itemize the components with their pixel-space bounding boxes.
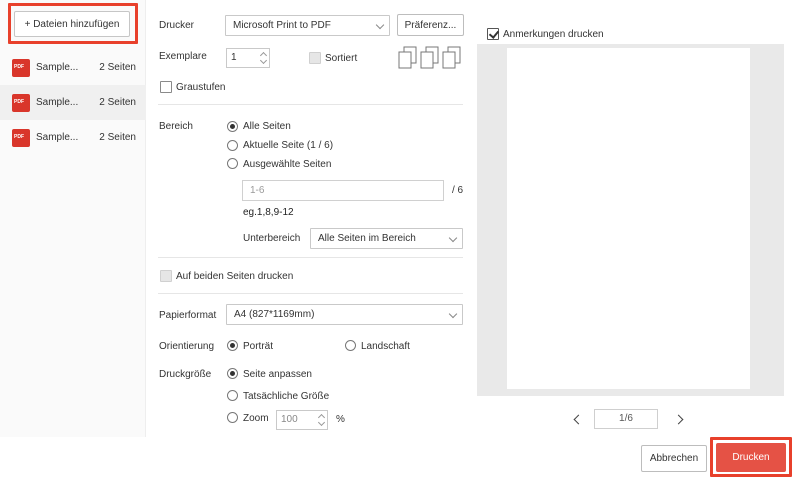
page-range-total: / 6 bbox=[452, 185, 464, 196]
file-page-count: 2 Seiten bbox=[99, 97, 136, 108]
grayscale-label: Graustufen bbox=[176, 82, 226, 93]
copies-stepper[interactable]: 1 bbox=[226, 48, 270, 68]
collate-pages-icon bbox=[398, 46, 461, 69]
zoom-label: Zoom bbox=[243, 413, 269, 424]
next-page-icon[interactable] bbox=[674, 413, 686, 425]
range-all-radio[interactable] bbox=[227, 121, 238, 132]
print-preview bbox=[477, 44, 784, 396]
orientation-label: Orientierung bbox=[159, 341, 215, 352]
printer-label: Drucker bbox=[159, 20, 195, 31]
subrange-label: Unterbereich bbox=[243, 233, 301, 244]
chevron-down-icon bbox=[448, 309, 458, 319]
add-files-button[interactable]: + Dateien hinzufügen bbox=[14, 11, 130, 37]
page-range-input[interactable]: 1-6 bbox=[242, 180, 444, 201]
pdf-file-icon: PDF bbox=[12, 58, 30, 77]
zoom-unit: % bbox=[336, 414, 345, 425]
range-all-label: Alle Seiten bbox=[243, 121, 291, 132]
file-page-count: 2 Seiten bbox=[99, 62, 136, 73]
printer-select[interactable]: Microsoft Print to PDF bbox=[225, 15, 390, 36]
file-list: PDF Sample... 2 Seiten PDF Sample... 2 S… bbox=[0, 50, 146, 155]
pdf-file-icon: PDF bbox=[12, 93, 30, 112]
preview-page bbox=[507, 48, 750, 389]
pdf-file-icon: PDF bbox=[12, 128, 30, 147]
chevron-down-icon bbox=[375, 20, 385, 30]
range-selected-label: Ausgewählte Seiten bbox=[243, 159, 332, 170]
file-name: Sample... bbox=[36, 62, 79, 73]
previous-page-icon[interactable] bbox=[571, 413, 583, 425]
landscape-radio[interactable] bbox=[345, 340, 356, 351]
file-list-item[interactable]: PDF Sample... 2 Seiten bbox=[0, 50, 146, 85]
section-divider bbox=[158, 257, 463, 258]
grayscale-checkbox[interactable] bbox=[160, 81, 172, 93]
page-indicator[interactable]: 1/6 bbox=[594, 409, 658, 429]
print-annotations-checkbox[interactable] bbox=[487, 28, 499, 40]
file-list-item[interactable]: PDF Sample... 2 Seiten bbox=[0, 85, 146, 120]
zoom-radio[interactable] bbox=[227, 412, 238, 423]
page-range-example: eg.1,8,9-12 bbox=[243, 207, 294, 218]
file-name: Sample... bbox=[36, 97, 79, 108]
range-selected-radio[interactable] bbox=[227, 158, 238, 169]
fit-page-label: Seite anpassen bbox=[243, 369, 312, 380]
section-divider bbox=[158, 104, 463, 105]
paper-format-label: Papierformat bbox=[159, 310, 217, 321]
fit-page-radio[interactable] bbox=[227, 368, 238, 379]
landscape-label: Landschaft bbox=[361, 341, 410, 352]
collate-label: Sortiert bbox=[325, 53, 358, 64]
collate-checkbox[interactable] bbox=[309, 52, 321, 64]
file-page-count: 2 Seiten bbox=[99, 132, 136, 143]
file-name: Sample... bbox=[36, 132, 79, 143]
range-current-label: Aktuelle Seite (1 / 6) bbox=[243, 140, 334, 151]
duplex-label: Auf beiden Seiten drucken bbox=[176, 271, 294, 282]
copies-label: Exemplare bbox=[159, 51, 207, 62]
preferences-button[interactable]: Präferenz... bbox=[397, 14, 464, 36]
paper-format-select[interactable]: A4 (827*1169mm) bbox=[226, 304, 463, 325]
file-list-item[interactable]: PDF Sample... 2 Seiten bbox=[0, 120, 146, 155]
stepper-down-icon bbox=[317, 418, 326, 427]
file-panel: + Dateien hinzufügen PDF Sample... 2 Sei… bbox=[0, 0, 146, 437]
actual-size-label: Tatsächliche Größe bbox=[243, 391, 330, 402]
print-size-label: Druckgröße bbox=[159, 369, 212, 380]
zoom-stepper[interactable]: 100 bbox=[276, 410, 328, 430]
print-annotations-label: Anmerkungen drucken bbox=[503, 29, 604, 40]
actual-size-radio[interactable] bbox=[227, 390, 238, 401]
subrange-select[interactable]: Alle Seiten im Bereich bbox=[310, 228, 463, 249]
stepper-down-icon bbox=[259, 56, 268, 65]
chevron-down-icon bbox=[448, 233, 458, 243]
portrait-label: Porträt bbox=[243, 341, 274, 352]
range-current-radio[interactable] bbox=[227, 140, 238, 151]
portrait-radio[interactable] bbox=[227, 340, 238, 351]
cancel-button[interactable]: Abbrechen bbox=[641, 445, 707, 472]
range-label: Bereich bbox=[159, 121, 193, 132]
print-button[interactable]: Drucken bbox=[716, 443, 786, 472]
section-divider bbox=[158, 293, 463, 294]
duplex-checkbox[interactable] bbox=[160, 270, 172, 282]
